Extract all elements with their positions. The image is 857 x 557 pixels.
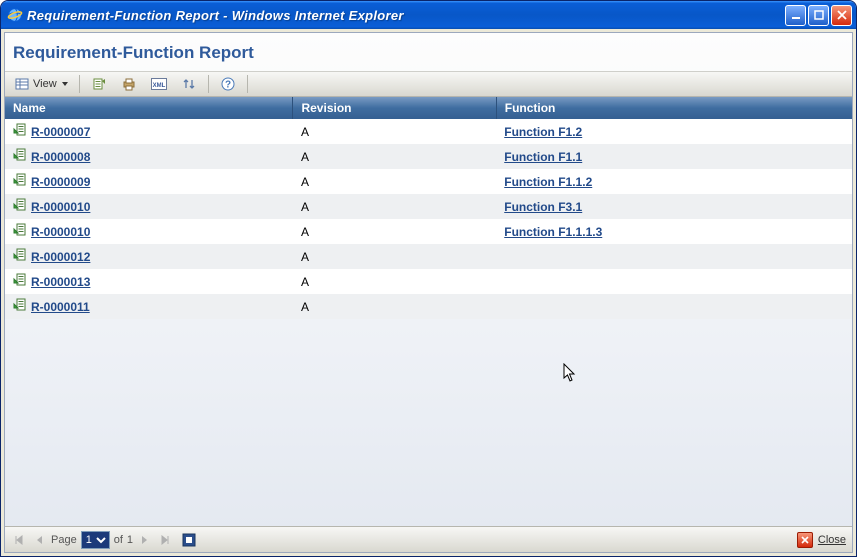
requirement-icon bbox=[13, 248, 27, 265]
svg-text:XML: XML bbox=[152, 83, 165, 89]
function-link[interactable]: Function F1.2 bbox=[504, 125, 582, 139]
xml-export-button[interactable]: XML bbox=[146, 74, 172, 94]
pager: Page 1 of 1 bbox=[11, 531, 197, 549]
requirement-icon bbox=[13, 198, 27, 215]
requirement-icon bbox=[13, 298, 27, 315]
sort-icon bbox=[181, 76, 197, 92]
window-title: Requirement-Function Report - Windows In… bbox=[27, 8, 785, 23]
app-window: Requirement-Function Report - Windows In… bbox=[0, 0, 857, 557]
function-link[interactable]: Function F3.1 bbox=[504, 200, 582, 214]
client-area: Requirement-Function Report View bbox=[4, 32, 853, 553]
requirement-link[interactable]: R-0000011 bbox=[31, 300, 90, 314]
print-button[interactable] bbox=[116, 74, 142, 94]
function-link[interactable]: Function F1.1 bbox=[504, 150, 582, 164]
requirement-link[interactable]: R-0000009 bbox=[31, 175, 90, 189]
pager-next-button[interactable] bbox=[137, 532, 153, 548]
close-icon bbox=[797, 532, 813, 548]
requirement-icon bbox=[13, 123, 27, 140]
window-titlebar: Requirement-Function Report - Windows In… bbox=[1, 1, 856, 29]
requirement-icon bbox=[13, 223, 27, 240]
view-dropdown-button[interactable]: View bbox=[9, 74, 73, 94]
view-label: View bbox=[33, 78, 57, 90]
function-link[interactable]: Function F1.1.1.3 bbox=[504, 225, 602, 239]
function-cell-empty bbox=[496, 244, 852, 269]
revision-cell: A bbox=[293, 144, 496, 169]
table-row: R-0000010 A Function F1.1.1.3 bbox=[5, 219, 852, 244]
pager-stop-button[interactable] bbox=[181, 532, 197, 548]
help-button[interactable]: ? bbox=[215, 74, 241, 94]
table-scroll-area[interactable]: Name Revision Function R-0000007 A Functio… bbox=[5, 97, 852, 526]
ie-logo-icon bbox=[7, 7, 23, 23]
chevron-down-icon bbox=[62, 82, 68, 86]
revision-cell: A bbox=[293, 119, 496, 144]
table-icon bbox=[14, 76, 30, 92]
pager-total: 1 bbox=[127, 534, 133, 546]
pager-page-select[interactable]: 1 bbox=[81, 531, 110, 549]
revision-cell: A bbox=[293, 294, 496, 319]
table-row: R-0000011 A bbox=[5, 294, 852, 319]
toolbar: View bbox=[5, 71, 852, 97]
table-row: R-0000012 A bbox=[5, 244, 852, 269]
requirement-icon bbox=[13, 148, 27, 165]
pager-page-label: Page bbox=[51, 534, 77, 546]
column-header-function[interactable]: Function bbox=[496, 97, 852, 119]
refresh-icon bbox=[91, 76, 107, 92]
pager-prev-button[interactable] bbox=[31, 532, 47, 548]
revision-cell: A bbox=[293, 244, 496, 269]
revision-cell: A bbox=[293, 169, 496, 194]
pager-first-button[interactable] bbox=[11, 532, 27, 548]
requirement-link[interactable]: R-0000013 bbox=[31, 275, 90, 289]
help-icon: ? bbox=[220, 76, 236, 92]
revision-cell: A bbox=[293, 219, 496, 244]
xml-icon: XML bbox=[151, 76, 167, 92]
table-row: R-0000013 A bbox=[5, 269, 852, 294]
pager-of-label: of bbox=[114, 534, 123, 546]
toolbar-separator bbox=[247, 75, 248, 93]
requirement-link[interactable]: R-0000007 bbox=[31, 125, 90, 139]
function-cell-empty bbox=[496, 294, 852, 319]
window-maximize-button[interactable] bbox=[808, 5, 829, 26]
close-report-button[interactable]: Close bbox=[797, 532, 846, 548]
pager-last-button[interactable] bbox=[157, 532, 173, 548]
requirement-link[interactable]: R-0000010 bbox=[31, 200, 90, 214]
refresh-button[interactable] bbox=[86, 74, 112, 94]
requirement-icon bbox=[13, 173, 27, 190]
requirement-icon bbox=[13, 273, 27, 290]
print-icon bbox=[121, 76, 137, 92]
close-label: Close bbox=[818, 534, 846, 546]
toolbar-separator bbox=[208, 75, 209, 93]
toolbar-separator bbox=[79, 75, 80, 93]
function-link[interactable]: Function F1.1.2 bbox=[504, 175, 592, 189]
table-row: R-0000008 A Function F1.1 bbox=[5, 144, 852, 169]
table-row: R-0000007 A Function F1.2 bbox=[5, 119, 852, 144]
column-header-name[interactable]: Name bbox=[5, 97, 293, 119]
requirement-link[interactable]: R-0000012 bbox=[31, 250, 90, 264]
svg-text:?: ? bbox=[225, 80, 231, 91]
revision-cell: A bbox=[293, 194, 496, 219]
table-row: R-0000010 A Function F3.1 bbox=[5, 194, 852, 219]
requirement-link[interactable]: R-0000008 bbox=[31, 150, 90, 164]
window-minimize-button[interactable] bbox=[785, 5, 806, 26]
page-title: Requirement-Function Report bbox=[5, 33, 852, 71]
column-header-revision[interactable]: Revision bbox=[293, 97, 496, 119]
sort-button[interactable] bbox=[176, 74, 202, 94]
report-table: Name Revision Function R-0000007 A Functio… bbox=[5, 97, 852, 319]
footer-bar: Page 1 of 1 bbox=[5, 526, 852, 552]
function-cell-empty bbox=[496, 269, 852, 294]
table-row: R-0000009 A Function F1.1.2 bbox=[5, 169, 852, 194]
window-close-button[interactable] bbox=[831, 5, 852, 26]
requirement-link[interactable]: R-0000010 bbox=[31, 225, 90, 239]
revision-cell: A bbox=[293, 269, 496, 294]
